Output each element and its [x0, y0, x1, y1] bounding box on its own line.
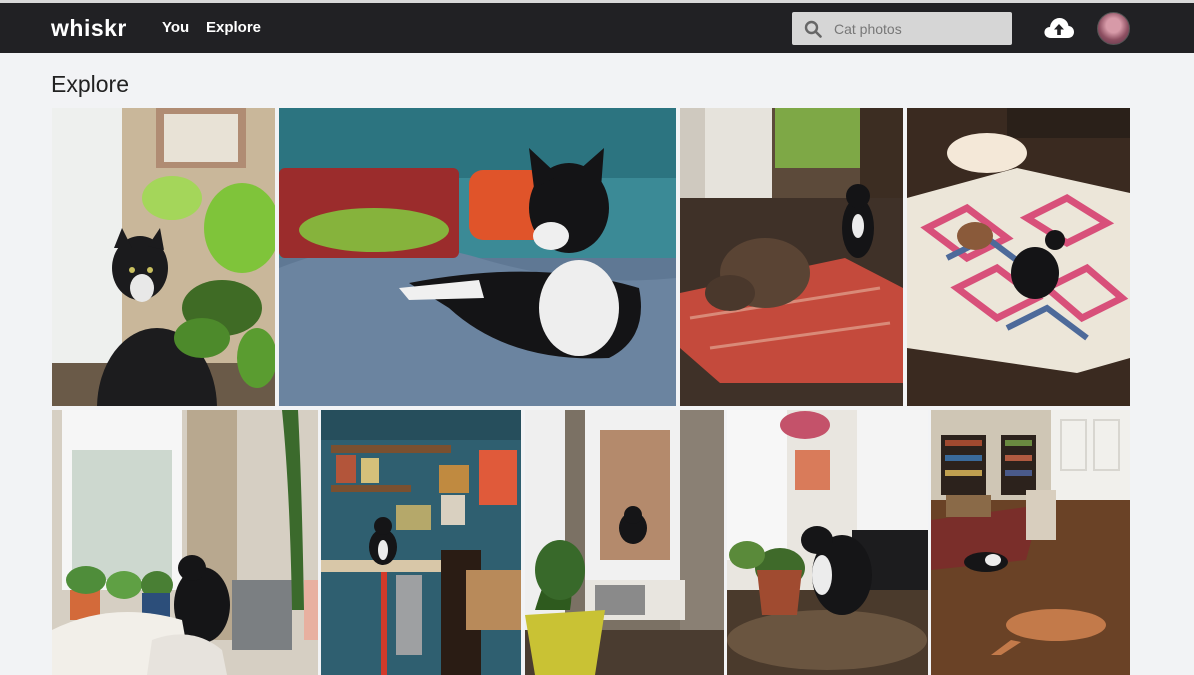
- page-title: Explore: [51, 71, 129, 97]
- photo-tile[interactable]: [52, 108, 275, 406]
- cat-photo-thumbnail: [727, 410, 928, 675]
- photo-tile[interactable]: [680, 108, 903, 406]
- cat-photo-thumbnail: [52, 108, 275, 406]
- photo-tile[interactable]: [52, 410, 318, 675]
- nav-link-explore[interactable]: Explore: [206, 19, 261, 36]
- cat-photo-thumbnail: [52, 410, 318, 675]
- search-box[interactable]: [792, 12, 1012, 45]
- photo-tile[interactable]: [907, 108, 1130, 406]
- cat-photo-thumbnail: [907, 108, 1130, 406]
- search-input[interactable]: [828, 12, 1008, 45]
- search-icon: [804, 20, 822, 38]
- photo-tile[interactable]: [931, 410, 1130, 675]
- cat-photo-thumbnail: [525, 410, 724, 675]
- photo-tile[interactable]: [321, 410, 521, 675]
- user-avatar[interactable]: [1097, 12, 1130, 45]
- whiskr-logo[interactable]: whiskr: [51, 15, 127, 42]
- cat-photo-thumbnail: [680, 108, 903, 406]
- photo-tile[interactable]: [525, 410, 724, 675]
- photo-tile[interactable]: [727, 410, 928, 675]
- cat-photo-thumbnail: [279, 108, 676, 406]
- nav-link-you[interactable]: You: [162, 19, 189, 36]
- photo-tile[interactable]: [279, 108, 676, 406]
- cat-photo-thumbnail: [931, 410, 1130, 675]
- top-navbar: whiskr You Explore: [0, 3, 1194, 53]
- cloud-upload-icon[interactable]: [1043, 16, 1075, 40]
- cat-photo-thumbnail: [321, 410, 521, 675]
